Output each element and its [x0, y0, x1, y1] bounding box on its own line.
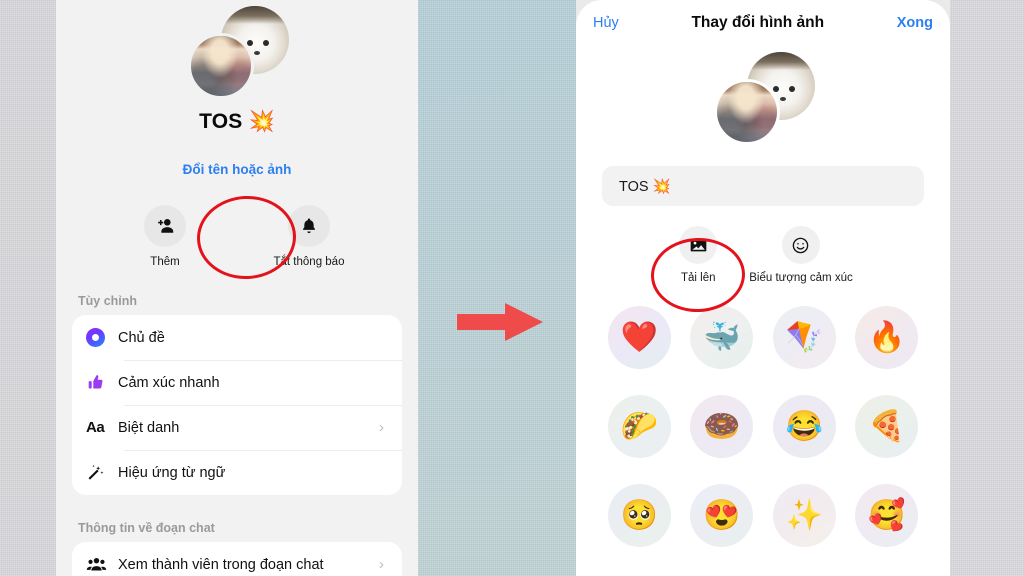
emoji-fire[interactable]: 🔥 [855, 306, 919, 369]
right-arrow-icon [455, 300, 545, 344]
smiley-face-icon [781, 226, 820, 264]
cancel-button[interactable]: Hủy [593, 15, 619, 31]
quick-action-add[interactable]: Thêm [117, 205, 213, 268]
row-quick-reaction[interactable]: Cảm xúc nhanh [72, 360, 402, 405]
row-view-members-label: Xem thành viên trong đoạn chat [118, 556, 324, 573]
customize-card: Chủ đề Cảm xúc nhanh Aa Biệt danh › Hiệu… [72, 315, 402, 495]
background-left [0, 0, 56, 576]
theme-color-icon [86, 328, 118, 347]
row-nickname[interactable]: Aa Biệt danh › [72, 405, 402, 450]
page-title: TOS 💥 [199, 110, 275, 133]
done-button[interactable]: Xong [897, 15, 933, 31]
row-theme[interactable]: Chủ đề [72, 315, 402, 360]
avatar-image-person [188, 33, 254, 99]
sheet-title: Thay đổi hình ảnh [691, 14, 825, 31]
rename-link[interactable]: Đổi tên hoặc ảnh [56, 162, 418, 177]
avatar[interactable] [576, 50, 950, 150]
thumbs-up-icon [86, 373, 118, 392]
emoji-grid: ❤️ 🐳 🪁 🔥 🌮 🍩 😂 🍕 🥺 😍 ✨ 🥰 [576, 306, 950, 547]
emoji-pizza[interactable]: 🍕 [855, 395, 919, 458]
magic-wand-icon [86, 463, 118, 482]
quick-action-add-label: Thêm [150, 256, 180, 268]
add-person-icon [144, 205, 186, 247]
people-group-icon [86, 554, 118, 575]
emoji-whale[interactable]: 🐳 [690, 306, 754, 369]
emoji-action-label: Biểu tượng cảm xúc [749, 272, 853, 284]
screenshot-stage: TOS 💥 Đổi tên hoặc ảnh Thêm Tắt thông bá… [0, 0, 1024, 576]
emoji-face-with-tears-of-joy[interactable]: 😂 [772, 395, 836, 458]
upload-action-label: Tải lên [681, 272, 716, 284]
chat-name-input[interactable] [602, 166, 924, 206]
image-upload-icon [679, 226, 718, 264]
avatar[interactable] [56, 4, 418, 108]
chat-info-card: Xem thành viên trong đoạn chat › [72, 542, 402, 576]
emoji-taco[interactable]: 🌮 [607, 395, 671, 458]
avatar-image-person [714, 79, 780, 145]
emoji-sparkles[interactable]: ✨ [772, 484, 836, 547]
bell-icon [288, 205, 330, 247]
chevron-right-icon: › [379, 419, 384, 436]
background-right [950, 0, 1024, 576]
quick-action-mute-label: Tắt thông báo [273, 256, 345, 268]
row-nickname-label: Biệt danh [118, 419, 180, 436]
emoji-pleading-face[interactable]: 🥺 [607, 484, 671, 547]
emoji-smiling-face-hearts[interactable]: 🥰 [855, 484, 919, 547]
sheet-actions-row: Tải lên Biểu tượng cảm xúc [576, 226, 950, 284]
emoji-smiling-face-with-hearts[interactable]: 😍 [690, 484, 754, 547]
row-word-effects[interactable]: Hiệu ứng từ ngữ [72, 450, 402, 495]
emoji-action[interactable]: Biểu tượng cảm xúc [749, 226, 853, 284]
section-title-chat-info: Thông tin về đoạn chat [78, 521, 215, 535]
row-quick-reaction-label: Cảm xúc nhanh [118, 374, 220, 391]
change-image-sheet: Hủy Thay đổi hình ảnh Xong Tải lên [576, 0, 950, 576]
upload-action[interactable]: Tải lên [679, 226, 718, 284]
background-middle-strip [418, 0, 576, 576]
aa-text-icon: Aa [86, 419, 105, 436]
emoji-doughnut[interactable]: 🍩 [690, 395, 754, 458]
quick-action-mute[interactable]: Tắt thông báo [261, 205, 357, 268]
sheet-header: Hủy Thay đổi hình ảnh Xong [576, 0, 950, 38]
section-title-customize: Tùy chỉnh [78, 294, 138, 308]
row-view-members[interactable]: Xem thành viên trong đoạn chat › [72, 542, 402, 576]
quick-actions-row: Thêm Tắt thông báo [56, 205, 418, 268]
row-theme-label: Chủ đề [118, 329, 165, 346]
chevron-right-icon: › [379, 556, 384, 573]
chat-details-screen: TOS 💥 Đổi tên hoặc ảnh Thêm Tắt thông bá… [56, 0, 418, 576]
emoji-red-heart[interactable]: ❤️ [607, 306, 671, 369]
emoji-kite[interactable]: 🪁 [772, 306, 836, 369]
row-word-effects-label: Hiệu ứng từ ngữ [118, 464, 226, 481]
